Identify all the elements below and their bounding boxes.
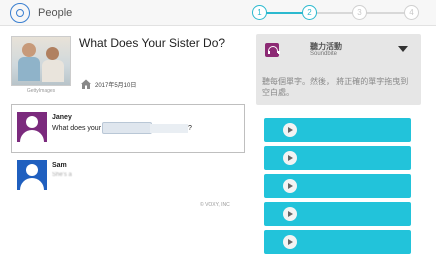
sam-avatar	[17, 160, 47, 190]
chevron-down-icon[interactable]	[398, 46, 408, 52]
audio-choice-2[interactable]	[264, 146, 411, 170]
play-icon[interactable]	[283, 151, 297, 165]
app-title: People	[38, 7, 73, 19]
speaker-janey: Janey	[52, 114, 72, 121]
play-icon[interactable]	[283, 235, 297, 249]
activity-subtitle: Soundbite	[310, 51, 338, 57]
voxy-people-logo-icon	[10, 3, 30, 23]
play-icon[interactable]	[283, 179, 297, 193]
sam-line-text: She's a	[52, 172, 72, 178]
speaker-sam: Sam	[52, 162, 67, 169]
drop-blank-shadow	[150, 124, 188, 133]
house-icon	[81, 79, 91, 89]
step-4: 4	[404, 5, 419, 20]
headphones-icon	[265, 43, 280, 57]
step-3: 3	[352, 5, 367, 20]
lesson-thumbnail	[11, 36, 71, 86]
top-bar: People 1 2 3 4	[0, 0, 436, 26]
play-icon[interactable]	[283, 123, 297, 137]
janey-avatar	[17, 112, 47, 142]
step-2[interactable]: 2	[302, 5, 317, 20]
audio-choice-3[interactable]	[264, 174, 411, 198]
audio-choice-1[interactable]	[264, 118, 411, 142]
image-credit: GettyImages	[26, 88, 56, 94]
audio-choice-5[interactable]	[264, 230, 411, 254]
step-1[interactable]: 1	[252, 5, 267, 20]
drop-blank[interactable]	[102, 122, 152, 134]
copyright: © VOXY, INC	[200, 202, 230, 208]
activity-instructions: 聽每個單字。然後， 將正確的單字拖曳到空白處。	[262, 77, 409, 97]
lesson-progress: 1 2 3 4	[252, 5, 422, 21]
lesson-date: 2017年5月10日	[95, 83, 137, 89]
janey-line-text: What does your	[52, 125, 102, 132]
lesson-title: What Does Your Sister Do?	[79, 36, 226, 50]
audio-choice-4[interactable]	[264, 202, 411, 226]
janey-line-end: ?	[188, 125, 192, 132]
play-icon[interactable]	[283, 207, 297, 221]
